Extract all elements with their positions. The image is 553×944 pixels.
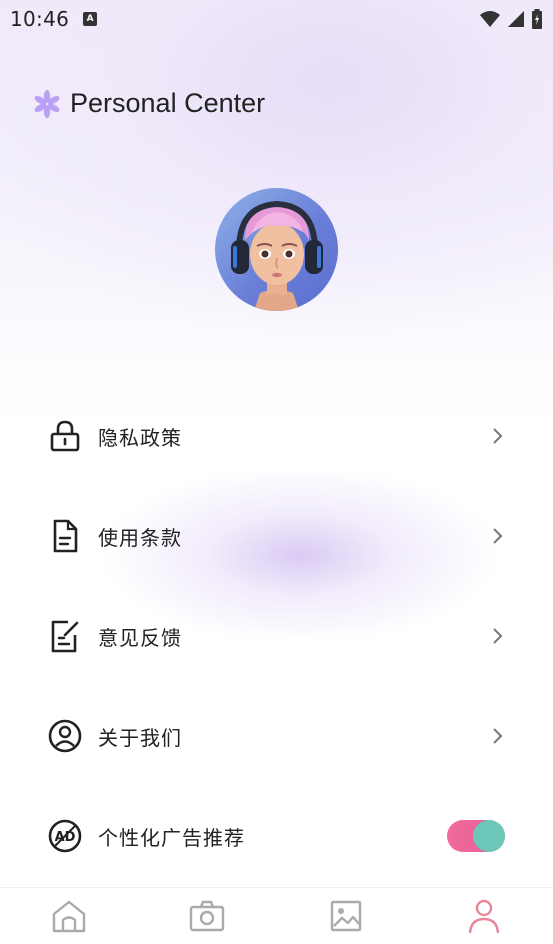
status-time: 10:46 [10, 7, 70, 31]
chevron-right-icon [493, 528, 503, 544]
user-avatar-image [231, 200, 323, 311]
document-icon [48, 519, 82, 553]
tab-camera[interactable] [177, 891, 237, 941]
personalized-ads-toggle[interactable] [447, 820, 505, 852]
menu-item-about-us[interactable]: 关于我们 [0, 686, 553, 786]
status-bar: 10:46 A [0, 0, 553, 38]
camera-icon [190, 900, 225, 932]
wifi-icon [480, 11, 500, 27]
settings-menu: 隐私政策 使用条款 意见反馈 关于我们 AD 个性化广告推荐 [0, 386, 553, 886]
tab-home[interactable] [39, 891, 99, 941]
page-title: Personal Center [70, 88, 266, 118]
menu-item-personalized-ads: AD 个性化广告推荐 [0, 786, 553, 886]
ad-icon: AD [48, 819, 82, 853]
home-icon [52, 900, 86, 933]
asterisk-icon [34, 89, 60, 118]
menu-item-label: 使用条款 [98, 525, 182, 550]
image-icon [330, 900, 361, 932]
menu-item-label: 意见反馈 [98, 625, 182, 650]
bottom-tab-bar [0, 887, 553, 944]
menu-item-privacy-policy[interactable]: 隐私政策 [0, 386, 553, 486]
chevron-right-icon [493, 728, 503, 744]
a-icon: A [83, 12, 98, 26]
menu-item-label: 隐私政策 [98, 425, 182, 450]
toggle-knob [473, 820, 505, 852]
profile-icon [468, 899, 500, 934]
avatar[interactable] [215, 188, 338, 311]
menu-item-feedback[interactable]: 意见反馈 [0, 586, 553, 686]
chevron-right-icon [493, 428, 503, 444]
battery-icon [532, 9, 542, 29]
status-icons [479, 9, 543, 29]
tab-profile[interactable] [454, 891, 514, 941]
chevron-right-icon [493, 628, 503, 644]
page-header: Personal Center [32, 88, 265, 119]
tab-gallery[interactable] [316, 891, 376, 941]
signal-icon [508, 11, 524, 27]
menu-item-label: 关于我们 [98, 725, 182, 750]
edit-icon [48, 619, 82, 653]
user-circle-icon [48, 719, 82, 753]
lock-icon [48, 419, 82, 453]
menu-item-label: 个性化广告推荐 [98, 825, 245, 850]
menu-item-terms-of-use[interactable]: 使用条款 [0, 486, 553, 586]
